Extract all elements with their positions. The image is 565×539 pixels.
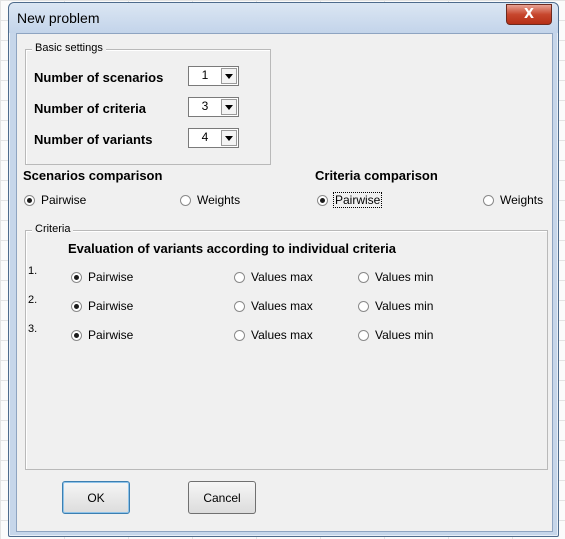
criteria-group: Criteria Evaluation of variants accordin… — [25, 223, 548, 470]
dialog-window: New problem X Basic settings Number of s… — [8, 2, 559, 537]
criterion-2-values-max-label: Values max — [251, 299, 313, 313]
variants-count-value: 4 — [201, 130, 209, 144]
criterion-1-values-min-label: Values min — [375, 270, 434, 284]
radio-checked-icon[interactable] — [71, 271, 82, 283]
chevron-down-icon[interactable] — [221, 99, 237, 115]
criteria-count-label: Number of criteria — [34, 101, 146, 116]
criteria-pairwise-radio[interactable]: Pairwise — [317, 192, 383, 208]
criterion-3-values-max-label: Values max — [251, 328, 313, 342]
ok-button[interactable]: OK — [62, 481, 130, 514]
criterion-3-pairwise-label: Pairwise — [88, 328, 134, 342]
criterion-2-values-min-label: Values min — [375, 299, 434, 313]
close-button[interactable]: X — [506, 4, 552, 25]
basic-settings-group: Basic settings Number of scenarios 1 Num… — [25, 42, 271, 165]
criterion-1-pairwise-radio[interactable]: Pairwise — [71, 270, 133, 284]
criterion-index: 1. — [28, 265, 38, 277]
close-icon: X — [523, 7, 535, 22]
criterion-3-values-min-label: Values min — [375, 328, 434, 342]
radio-unchecked-icon[interactable] — [358, 271, 369, 283]
criterion-2-values-min-radio[interactable]: Values min — [358, 299, 433, 313]
criterion-3-pairwise-radio[interactable]: Pairwise — [71, 328, 133, 342]
criteria-weights-radio[interactable]: Weights — [483, 193, 543, 207]
variants-count-select[interactable]: 4 — [188, 128, 239, 148]
criteria-pairwise-label: Pairwise — [332, 192, 383, 208]
criterion-index: 2. — [28, 294, 38, 306]
basic-settings-legend: Basic settings — [32, 42, 106, 54]
criteria-legend: Criteria — [32, 223, 74, 235]
radio-unchecked-icon[interactable] — [483, 194, 494, 206]
criterion-2-pairwise-radio[interactable]: Pairwise — [71, 299, 133, 313]
radio-checked-icon[interactable] — [71, 329, 82, 341]
criteria-evaluation-heading: Evaluation of variants according to indi… — [68, 241, 396, 256]
criterion-3-values-max-radio[interactable]: Values max — [234, 328, 313, 342]
criterion-1-values-min-radio[interactable]: Values min — [358, 270, 433, 284]
dialog-title: New problem — [17, 10, 100, 26]
scenarios-weights-label: Weights — [197, 193, 241, 207]
criterion-2-pairwise-label: Pairwise — [88, 299, 134, 313]
radio-checked-icon[interactable] — [71, 300, 82, 312]
scenarios-weights-radio[interactable]: Weights — [180, 193, 240, 207]
criteria-count-select[interactable]: 3 — [188, 97, 239, 117]
radio-checked-icon[interactable] — [317, 194, 328, 206]
radio-unchecked-icon[interactable] — [180, 194, 191, 206]
radio-checked-icon[interactable] — [24, 194, 35, 206]
radio-unchecked-icon[interactable] — [358, 300, 369, 312]
criteria-weights-label: Weights — [500, 193, 544, 207]
chevron-down-icon[interactable] — [221, 130, 237, 146]
variants-count-label: Number of variants — [34, 132, 153, 147]
criteria-count-value: 3 — [201, 99, 209, 113]
scenarios-comparison-title: Scenarios comparison — [23, 168, 163, 183]
dialog-client-area: Basic settings Number of scenarios 1 Num… — [16, 33, 553, 532]
scenarios-pairwise-radio[interactable]: Pairwise — [24, 193, 86, 207]
scenarios-pairwise-label: Pairwise — [41, 193, 87, 207]
criterion-1-values-max-label: Values max — [251, 270, 313, 284]
cancel-button[interactable]: Cancel — [188, 481, 256, 514]
criterion-index: 3. — [28, 323, 38, 335]
criterion-3-values-min-radio[interactable]: Values min — [358, 328, 433, 342]
radio-unchecked-icon[interactable] — [358, 329, 369, 341]
scenarios-count-value: 1 — [201, 68, 209, 82]
title-bar[interactable]: New problem X — [9, 3, 558, 33]
criterion-1-values-max-radio[interactable]: Values max — [234, 270, 313, 284]
criterion-1-pairwise-label: Pairwise — [88, 270, 134, 284]
criterion-2-values-max-radio[interactable]: Values max — [234, 299, 313, 313]
radio-unchecked-icon[interactable] — [234, 300, 245, 312]
criteria-comparison-title: Criteria comparison — [315, 168, 438, 183]
chevron-down-icon[interactable] — [221, 68, 237, 84]
radio-unchecked-icon[interactable] — [234, 271, 245, 283]
scenarios-count-label: Number of scenarios — [34, 70, 164, 85]
radio-unchecked-icon[interactable] — [234, 329, 245, 341]
scenarios-count-select[interactable]: 1 — [188, 66, 239, 86]
